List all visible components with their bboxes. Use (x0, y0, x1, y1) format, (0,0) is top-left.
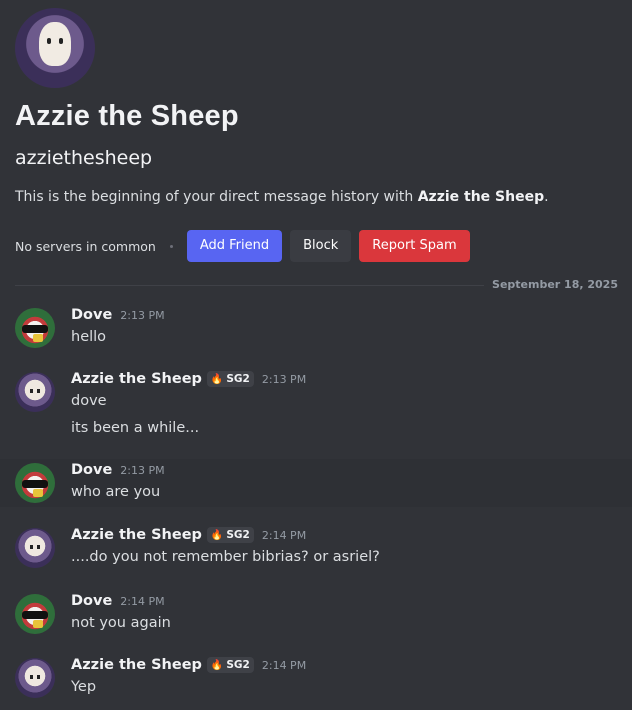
date-divider-label: September 18, 2025 (484, 278, 618, 291)
guild-tag[interactable]: 🔥 SG2 (206, 657, 254, 673)
guild-tag[interactable]: 🔥 SG2 (206, 371, 254, 387)
message-text: dove (71, 393, 107, 409)
avatar-beak (33, 334, 43, 342)
timestamp[interactable]: 2:14 PM (120, 595, 164, 608)
dm-profile-header: Azzie the Sheep azziethesheep This is th… (15, 8, 615, 262)
message-header: Azzie the Sheep 🔥 SG2 2:13 PM (71, 371, 306, 387)
flame-icon: 🔥 (210, 529, 224, 541)
message-text: who are you (71, 484, 161, 500)
message-group[interactable]: Azzie the Sheep 🔥 SG2 2:14 PM ....do you … (0, 520, 632, 576)
separator-dot (169, 244, 173, 248)
message-header: Dove 2:13 PM (71, 307, 165, 323)
message-text: ....do you not remember bibrias? or asri… (71, 549, 380, 565)
timestamp[interactable]: 2:13 PM (262, 373, 306, 386)
guild-tag-label: SG2 (226, 529, 250, 541)
avatar-eye-left (30, 389, 33, 393)
avatar-eye-left (47, 38, 51, 44)
intro-suffix: . (544, 189, 549, 205)
azzie-avatar[interactable] (15, 658, 55, 698)
intro-name: Azzie the Sheep (417, 189, 545, 205)
avatar-face (39, 22, 71, 66)
message-text: its been a while... (71, 420, 200, 436)
intro-prefix: This is the beginning of your direct mes… (15, 189, 418, 205)
report-spam-button[interactable]: Report Spam (359, 230, 470, 262)
author-name[interactable]: Azzie the Sheep (71, 657, 202, 673)
message-text: hello (71, 329, 107, 345)
block-button[interactable]: Block (290, 230, 352, 262)
dove-avatar[interactable] (15, 308, 55, 348)
flame-icon: 🔥 (210, 373, 224, 385)
profile-username: azziethesheep (15, 147, 153, 169)
message-header: Azzie the Sheep 🔥 SG2 2:14 PM (71, 527, 306, 543)
avatar-visor (22, 480, 48, 488)
guild-tag[interactable]: 🔥 SG2 (206, 527, 254, 543)
avatar-visor (22, 611, 48, 619)
avatar-eye-left (30, 675, 33, 679)
author-name[interactable]: Dove (71, 593, 112, 609)
flame-icon: 🔥 (210, 659, 224, 671)
add-friend-button[interactable]: Add Friend (186, 230, 283, 262)
message-group[interactable]: Dove 2:13 PM hello (0, 300, 632, 356)
timestamp[interactable]: 2:14 PM (262, 659, 306, 672)
timestamp[interactable]: 2:13 PM (120, 464, 164, 477)
timestamp[interactable]: 2:13 PM (120, 309, 164, 322)
dove-avatar[interactable] (15, 594, 55, 634)
author-name[interactable]: Azzie the Sheep (71, 527, 202, 543)
message-text: Yep (71, 679, 97, 695)
dm-intro-text: This is the beginning of your direct mes… (15, 189, 615, 205)
author-name[interactable]: Dove (71, 307, 112, 323)
message-group[interactable]: Dove 2:13 PM who are you (0, 459, 632, 507)
profile-actions: No servers in common Add Friend Block Re… (15, 230, 478, 262)
profile-display-name: Azzie the Sheep (15, 100, 239, 132)
message-group[interactable]: Azzie the Sheep 🔥 SG2 2:13 PM dove its be… (0, 364, 632, 450)
avatar-beak (33, 489, 43, 497)
message-header: Dove 2:14 PM (71, 593, 165, 609)
author-name[interactable]: Dove (71, 462, 112, 478)
avatar-visor (22, 325, 48, 333)
avatar-eye-left (30, 545, 33, 549)
message-group[interactable]: Dove 2:14 PM not you again (0, 586, 632, 642)
azzie-avatar[interactable] (15, 528, 55, 568)
avatar-eye-right (37, 675, 40, 679)
author-name[interactable]: Azzie the Sheep (71, 371, 202, 387)
avatar-eye-right (37, 545, 40, 549)
timestamp[interactable]: 2:14 PM (262, 529, 306, 542)
dove-avatar[interactable] (15, 463, 55, 503)
azzie-avatar[interactable] (15, 372, 55, 412)
message-header: Dove 2:13 PM (71, 462, 165, 478)
profile-avatar[interactable] (15, 8, 95, 88)
message-header: Azzie the Sheep 🔥 SG2 2:14 PM (71, 657, 306, 673)
message-group[interactable]: Azzie the Sheep 🔥 SG2 2:14 PM Yep (0, 650, 632, 706)
no-servers-text: No servers in common (15, 238, 156, 254)
avatar-eye-right (59, 38, 63, 44)
avatar-eye-right (37, 389, 40, 393)
guild-tag-label: SG2 (226, 659, 250, 671)
guild-tag-label: SG2 (226, 373, 250, 385)
message-text: not you again (71, 615, 171, 631)
avatar-beak (33, 620, 43, 628)
